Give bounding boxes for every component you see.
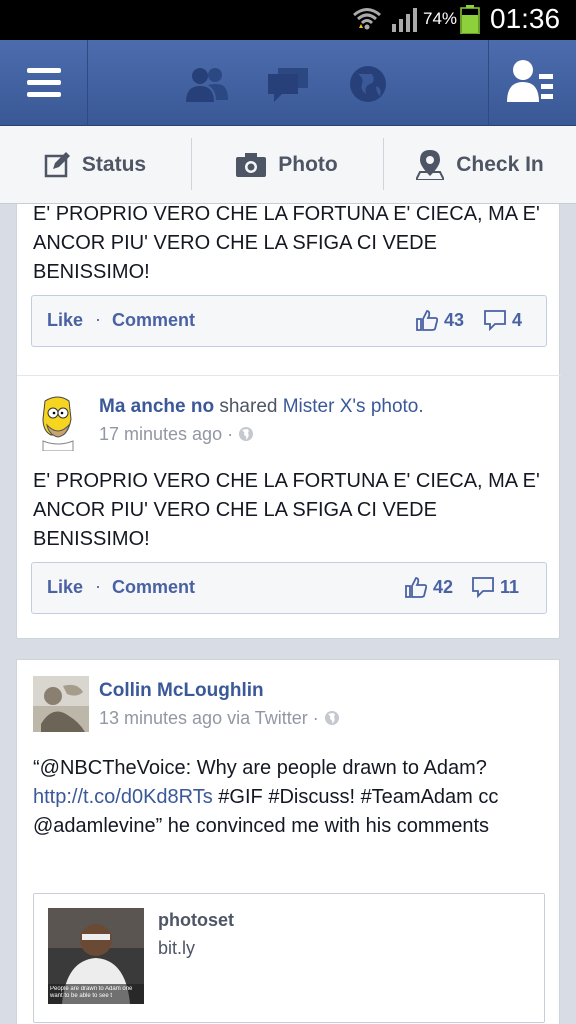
comment-count-bubble-icon[interactable] xyxy=(484,309,506,331)
timestamp[interactable]: 13 minutes ago via Twitter · xyxy=(99,708,324,728)
thumbnail-caption: People are drawn to Adam one want to be … xyxy=(50,986,133,999)
story-header: Ma anche no shared Mister X's photo. xyxy=(99,396,424,418)
menu-icon xyxy=(27,68,61,97)
comment-count-bubble-icon[interactable] xyxy=(472,576,494,598)
author-link[interactable]: Ma anche no xyxy=(99,396,214,417)
post-text: E' PROPRIO VERO CHE LA FORTUNA E' CIECA,… xyxy=(33,204,540,283)
comment-button[interactable]: Comment xyxy=(112,577,195,598)
comment-button[interactable]: Comment xyxy=(112,310,195,331)
attachment-domain: bit.ly xyxy=(158,938,196,958)
feed-story: E' PROPRIO VERO CHE LA FORTUNA E' CIECA,… xyxy=(16,204,561,639)
author-link[interactable]: Collin McLoughlin xyxy=(99,680,264,701)
clock: 01:36 xyxy=(490,3,561,34)
separator-dot: · xyxy=(95,576,101,596)
check-in-button[interactable]: Check In xyxy=(384,126,576,204)
avatar[interactable] xyxy=(33,391,83,451)
profile-photo-image xyxy=(33,676,89,732)
attachment-title[interactable]: photoset xyxy=(158,910,234,931)
separator-dot: · xyxy=(95,309,101,329)
post-text: “@NBCTheVoice: Why are people drawn to A… xyxy=(33,754,545,841)
post-text-start: “@NBCTheVoice: Why are people drawn to A… xyxy=(33,757,487,779)
friends-list-icon xyxy=(507,60,553,102)
story-actions: Like · Comment 42 11 xyxy=(31,562,547,614)
status-bar: 74% 01:36 xyxy=(0,0,576,40)
story-action-text: shared xyxy=(214,396,283,417)
attachment-thumbnail: People are drawn to Adam one want to be … xyxy=(48,908,144,1004)
like-button[interactable]: Like xyxy=(47,310,83,331)
public-globe-icon xyxy=(324,711,339,725)
camera-icon xyxy=(236,153,267,177)
notifications-globe-icon[interactable] xyxy=(348,64,388,104)
signal-icon xyxy=(392,8,417,32)
shared-from-link[interactable]: Mister X's photo. xyxy=(283,396,424,417)
like-count-thumb-icon[interactable] xyxy=(405,576,427,598)
like-count[interactable]: 43 xyxy=(444,310,464,331)
news-feed[interactable]: E' PROPRIO VERO CHE LA FORTUNA E' CIECA,… xyxy=(0,204,576,1024)
menu-button[interactable] xyxy=(0,40,88,126)
avatar[interactable] xyxy=(33,676,89,732)
story-meta: 13 minutes ago via Twitter · xyxy=(99,708,340,729)
friend-requests-icon[interactable] xyxy=(184,64,230,104)
post-text: E' PROPRIO VERO CHE LA FORTUNA E' CIECA,… xyxy=(33,470,540,550)
link-attachment[interactable]: People are drawn to Adam one want to be … xyxy=(33,893,545,1023)
like-count-thumb-icon[interactable] xyxy=(416,309,438,331)
location-pin-icon xyxy=(416,150,445,180)
comment-count[interactable]: 11 xyxy=(500,577,519,598)
like-count[interactable]: 42 xyxy=(433,577,453,598)
messages-icon[interactable] xyxy=(266,64,310,104)
post-link[interactable]: http://t.co/d0Kd8RTs xyxy=(33,786,213,808)
battery-percent: 74% xyxy=(423,9,458,28)
story-actions: Like · Comment 43 4 xyxy=(31,295,547,347)
check-in-label: Check In xyxy=(456,153,544,176)
story-meta: 17 minutes ago · xyxy=(99,424,254,445)
battery-icon xyxy=(460,5,480,34)
timestamp[interactable]: 17 minutes ago · xyxy=(99,424,238,444)
photo-label: Photo xyxy=(278,153,338,176)
public-globe-icon xyxy=(239,427,254,441)
composer-bar: Status Photo Check In xyxy=(0,126,576,204)
story-divider xyxy=(17,375,561,376)
story-header: Collin McLoughlin xyxy=(99,680,264,702)
edit-status-icon xyxy=(44,152,70,178)
feed-story: Collin McLoughlin 13 minutes ago via Twi… xyxy=(16,659,560,1024)
top-nav-bar xyxy=(0,40,576,126)
status-button[interactable]: Status xyxy=(0,126,190,204)
like-button[interactable]: Like xyxy=(47,577,83,598)
friends-list-button[interactable] xyxy=(488,40,576,126)
homer-avatar-image xyxy=(33,391,83,451)
photo-button[interactable]: Photo xyxy=(192,126,382,204)
wifi-icon xyxy=(353,8,381,30)
status-label: Status xyxy=(81,153,147,176)
comment-count[interactable]: 4 xyxy=(512,310,522,331)
